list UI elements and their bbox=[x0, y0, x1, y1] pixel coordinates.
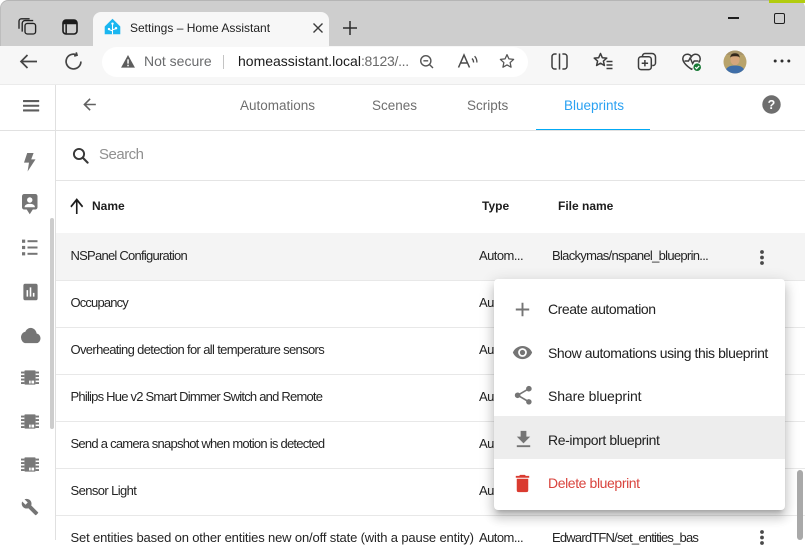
svg-text:?: ? bbox=[768, 98, 776, 112]
